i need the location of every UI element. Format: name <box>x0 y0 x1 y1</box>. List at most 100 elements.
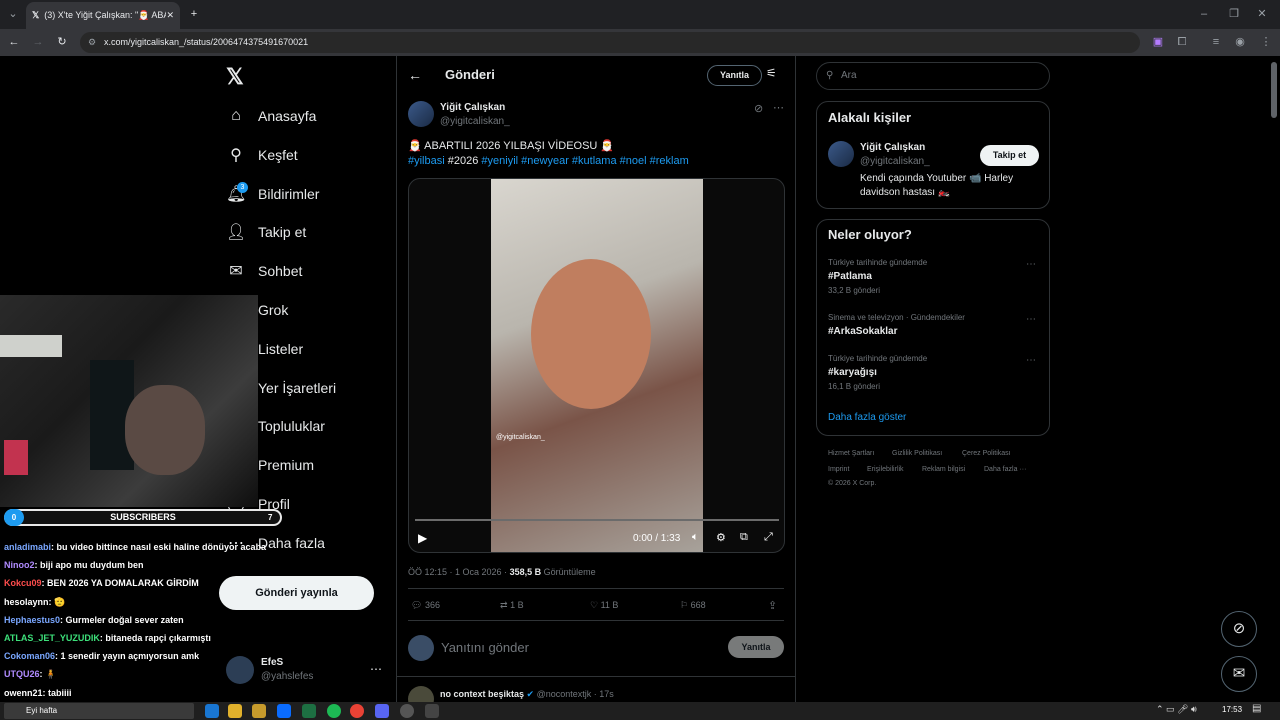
trend-context: Sinema ve televizyon · Gündemdekiler <box>828 313 965 322</box>
sidebar-item-ke-fet[interactable]: ⚲ Keşfet <box>226 138 298 172</box>
account-more-icon[interactable]: ⋯ <box>370 662 382 676</box>
back-arrow-icon[interactable]: ← <box>408 67 422 83</box>
share-icon[interactable]: ⇪ <box>768 599 777 612</box>
post-button[interactable]: Gönderi yayınla <box>219 576 374 610</box>
tab-search-icon[interactable]: ⌄ <box>3 4 23 24</box>
account-avatar[interactable] <box>226 656 254 684</box>
x-logo-icon[interactable]: 𝕏 <box>226 64 244 90</box>
hashtag-link[interactable]: #newyear <box>521 155 569 167</box>
messages-float-icon[interactable]: ✉ <box>1221 656 1257 692</box>
follow-button[interactable]: Takip et <box>980 145 1039 166</box>
new-tab-icon[interactable]: + <box>184 4 204 24</box>
related-name[interactable]: Yiğit Çalışkan <box>860 142 925 153</box>
next-author-name[interactable]: no context beşiktaş <box>440 689 524 699</box>
like-action[interactable]: ♡ 11 B <box>590 600 618 611</box>
extensions-puzzle-icon[interactable]: ⧠ <box>1172 32 1192 52</box>
chat-text: : 🫡 <box>48 596 66 607</box>
sidebar-item-anasayfa[interactable]: ⌂ Anasayfa <box>226 99 316 133</box>
media-icon[interactable]: ≡ <box>1206 32 1226 52</box>
taskbar-chrome-icon[interactable] <box>350 704 364 718</box>
related-handle[interactable]: @yigitcaliskan_ <box>860 156 930 167</box>
bookmark-action[interactable]: ⚐ 668 <box>680 600 706 611</box>
footer-link: © 2026 X Corp. <box>828 480 877 487</box>
browser-tab[interactable]: 𝕏 (3) X'te Yiğit Çalışkan: "🎅 ABA ✕ <box>26 2 180 29</box>
taskbar-explorer-icon[interactable] <box>252 704 266 718</box>
taskbar-app-icon[interactable] <box>425 704 439 718</box>
search-input[interactable]: ⚲ Ara <box>816 62 1050 90</box>
author-avatar[interactable] <box>408 101 434 127</box>
reply-submit-button[interactable]: Yanıtla <box>728 636 784 658</box>
hashtag-link[interactable]: #noel <box>620 155 647 167</box>
post-more-icon[interactable]: ⋯ <box>773 101 784 114</box>
fullscreen-icon[interactable]: ⤢ <box>764 531 773 544</box>
trend-more-icon[interactable]: ⋯ <box>1026 314 1036 325</box>
settings-icon[interactable]: ⚙ <box>716 531 726 544</box>
menu-dots-icon[interactable]: ⋮ <box>1256 32 1276 52</box>
sidebar-item-bildirimler[interactable]: 🔔︎ 3 Bildirimler <box>226 177 319 211</box>
taskbar-settings-icon[interactable] <box>400 704 414 718</box>
pip-icon[interactable]: ⧉ <box>740 531 748 544</box>
reply-input[interactable]: Yanıtını gönder <box>441 640 529 655</box>
sidebar-item-label: Daha fazla <box>258 534 325 551</box>
grok-float-icon[interactable]: ⊘ <box>1221 611 1257 647</box>
footer-link[interactable]: Hizmet Şartları <box>828 450 874 457</box>
volume-icon[interactable]: 🔈︎ <box>692 531 699 544</box>
taskbar-edge-icon[interactable] <box>205 704 219 718</box>
footer-link[interactable]: Çerez Politikası <box>962 450 1011 457</box>
profile-avatar-icon[interactable]: ◉ <box>1230 32 1250 52</box>
minimize-icon[interactable]: – <box>1194 4 1214 24</box>
trend-more-icon[interactable]: ⋯ <box>1026 259 1036 270</box>
trend-count: 33,2 B gönderi <box>828 286 881 295</box>
taskbar-excel-icon[interactable] <box>302 704 316 718</box>
close-window-icon[interactable]: ✕ <box>1252 4 1272 24</box>
next-author-handle[interactable]: @nocontextjk · 17s <box>537 689 614 699</box>
grok-icon[interactable]: ⊘ <box>754 102 763 115</box>
video-progress-track[interactable] <box>415 519 779 521</box>
taskbar-files-icon[interactable] <box>228 704 242 718</box>
reload-icon[interactable]: ↻ <box>52 32 72 52</box>
post-timestamp[interactable]: ÖÖ 12:15 · 1 Oca 2026 · <box>408 567 510 577</box>
show-more-link[interactable]: Daha fazla göster <box>828 412 906 423</box>
hashtag-link[interactable]: #yilbasi <box>408 155 445 167</box>
footer-link[interactable]: Gizlilik Politikası <box>892 450 942 457</box>
forward-icon[interactable]: → <box>28 32 48 52</box>
trend-more-icon[interactable]: ⋯ <box>1026 355 1036 366</box>
trend-name[interactable]: #karyağışı <box>828 367 877 378</box>
footer-link[interactable]: Daha fazla ··· <box>984 466 1026 473</box>
play-icon[interactable]: ▶ <box>418 531 427 545</box>
author-name[interactable]: Yiğit Çalışkan <box>440 102 505 113</box>
author-handle[interactable]: @yigitcaliskan_ <box>440 116 510 127</box>
taskbar-spotify-icon[interactable] <box>327 704 341 718</box>
sidebar-item-sohbet[interactable]: ✉ Sohbet <box>226 254 302 288</box>
extension-icon[interactable]: ▣ <box>1148 32 1168 52</box>
footer-link[interactable]: Erişilebilirlik <box>867 466 904 473</box>
footer-link[interactable]: Reklam bilgisi <box>922 466 965 473</box>
address-bar[interactable]: ⚙ x.com/yigitcaliskan_/status/2006474375… <box>80 32 1140 53</box>
reply-header-button[interactable]: Yanıtla <box>707 65 762 86</box>
trend-name[interactable]: #Patlama <box>828 271 872 282</box>
trend-name[interactable]: #ArkaSokaklar <box>828 326 898 337</box>
sidebar-item-takip-et[interactable]: 👤︎ Takip et <box>226 215 306 249</box>
system-tray[interactable]: ⌃ ▭ 🎤︎ 🔊︎ <box>1156 704 1197 715</box>
repost-action[interactable]: ⇄ 1 B <box>500 600 524 611</box>
webcam-overlay <box>0 295 258 507</box>
back-icon[interactable]: ← <box>4 32 24 52</box>
footer-link[interactable]: Imprint <box>828 466 849 473</box>
maximize-icon[interactable]: ❐ <box>1224 4 1244 24</box>
chat-username: UTQU26 <box>4 669 40 680</box>
related-avatar[interactable] <box>828 141 854 167</box>
taskbar-store-icon[interactable] <box>277 704 291 718</box>
video-player[interactable]: @yigitcaliskan_ ▶ 0:00 / 1:33 🔈︎ ⚙ ⧉ ⤢ <box>408 178 785 553</box>
reply-action[interactable]: 💬︎ 366 <box>411 600 440 611</box>
scrollbar-thumb[interactable] <box>1271 62 1277 118</box>
taskbar-discord-icon[interactable] <box>375 704 389 718</box>
hashtag-link[interactable]: #kutlama <box>572 155 617 167</box>
filter-sliders-icon[interactable]: ⚟ <box>766 66 777 80</box>
video-frame[interactable]: @yigitcaliskan_ <box>491 179 703 552</box>
notification-icon[interactable]: ▤ <box>1252 703 1261 714</box>
hashtag-link[interactable]: #reklam <box>650 155 689 167</box>
site-info-icon[interactable]: ⚙ <box>88 32 96 53</box>
start-widget[interactable]: Eyi hafta <box>4 703 194 719</box>
hashtag-link[interactable]: #yeniyil <box>481 155 518 167</box>
close-tab-icon[interactable]: ✕ <box>166 10 174 21</box>
